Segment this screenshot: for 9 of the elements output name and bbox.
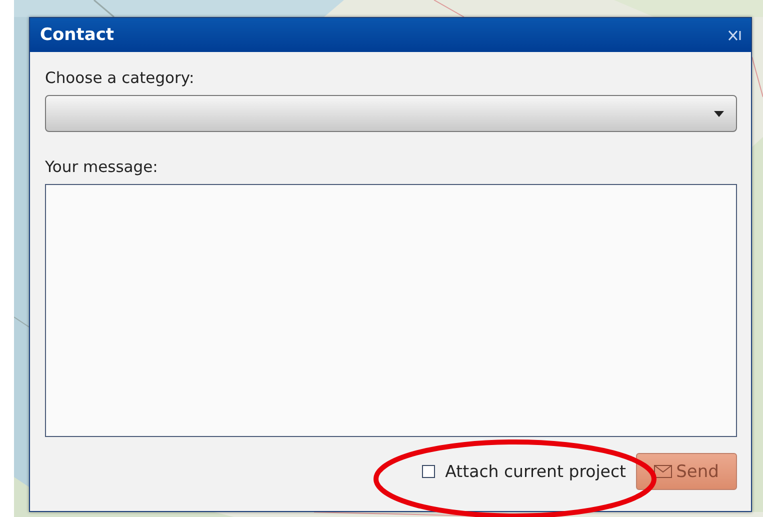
checkbox-icon[interactable]	[422, 465, 436, 478]
close-icon[interactable]	[728, 30, 741, 40]
message-label: Your message:	[45, 158, 159, 176]
caret-icon	[714, 110, 724, 116]
dialog-title: Contact	[40, 25, 114, 45]
mail-icon	[654, 465, 672, 478]
message-field[interactable]	[45, 184, 737, 437]
category-select[interactable]	[45, 95, 737, 132]
category-label: Choose a category:	[45, 69, 196, 87]
